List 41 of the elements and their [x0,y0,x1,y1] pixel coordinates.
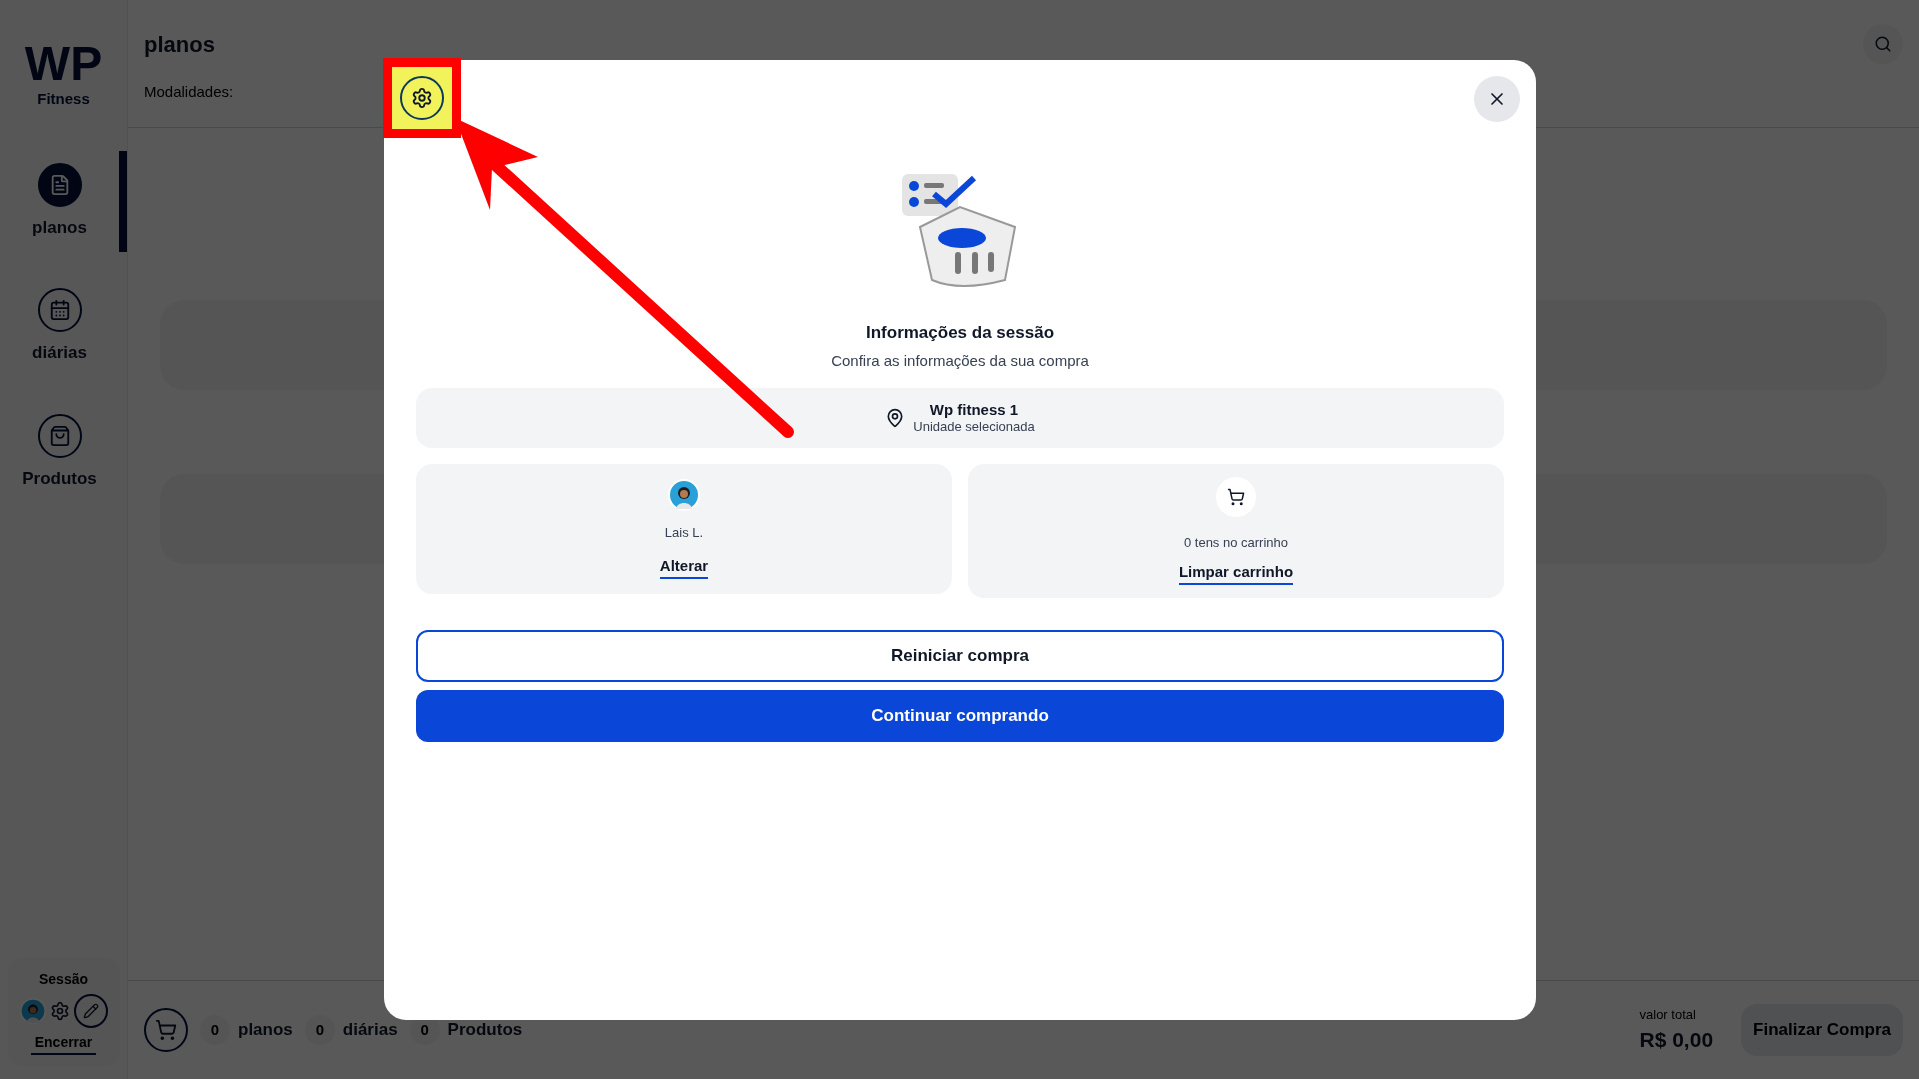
avatar-icon [19,998,46,1024]
count-badge: 0 [304,1015,335,1045]
edit-button[interactable] [73,994,108,1028]
count-label: Produtos [447,1019,523,1042]
cart-icon[interactable] [144,1008,188,1052]
calendar-icon [48,299,71,321]
modal-title: Informações da sessão [866,322,1054,344]
logo-mark: WP [24,40,103,88]
total-label: valor total [1639,1005,1697,1024]
modal-subtitle: Confira as informações da sua compra [831,350,1089,371]
settings-icon[interactable] [49,1001,70,1021]
sidebar-nav-item[interactable]: planos [0,150,127,252]
restart-button[interactable]: Reiniciar compra [416,630,1504,682]
shopping-bag-icon [48,424,71,447]
unit-name: Wp fitness 1 [929,400,1019,420]
logo-subtitle: Fitness [37,89,90,109]
cart-icon [1216,477,1256,517]
session-title: Sessão [38,970,88,989]
search-icon [1874,35,1892,53]
change-customer-link[interactable]: Alterar [659,554,709,579]
sidebar-nav-item[interactable]: diárias [0,276,127,378]
sidebar-nav-item[interactable]: Produtos [0,401,127,503]
end-session-link[interactable]: Encerrar [30,1032,97,1055]
checkout-button[interactable]: Finalizar Compra [1741,1004,1903,1056]
pencil-icon [82,1003,99,1019]
cart-summary: 0 tens no carrinho [1183,534,1289,552]
total-value: R$ 0,00 [1639,1027,1714,1053]
count-label: diárias [342,1019,398,1042]
filter-label: Modalidades: [144,82,234,102]
count-label: planos [238,1019,293,1042]
count-badge: 0 [200,1015,230,1045]
close-button[interactable] [1474,76,1520,122]
customer-name: Lais L. [664,524,704,542]
clear-cart-link[interactable]: Limpar carrinho [1178,560,1294,585]
settings-button[interactable] [400,76,444,120]
search-button[interactable] [1863,24,1903,64]
page-title: planos [144,31,215,59]
continue-button[interactable]: Continuar comprando [416,690,1504,742]
gear-icon [411,87,433,109]
unit-caption: Unidade selecionada [913,419,1035,436]
avatar-icon [668,479,700,511]
